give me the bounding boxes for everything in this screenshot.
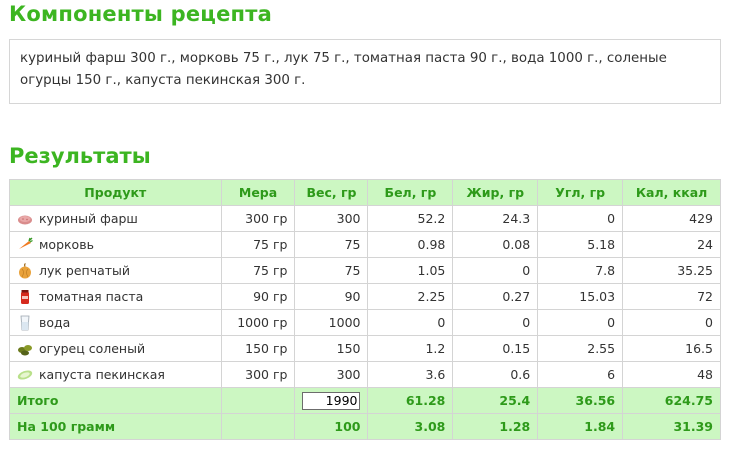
header-product: Продукт bbox=[9, 179, 222, 206]
product-name: томатная паста bbox=[39, 289, 144, 304]
header-kcal: Кал, ккал bbox=[622, 179, 721, 206]
measure-cell: 150 гр bbox=[220, 335, 296, 362]
recipe-components-text: куриный фарш 300 г., морковь 75 г., лук … bbox=[9, 39, 721, 104]
measure-cell: 1000 гр bbox=[220, 309, 296, 336]
onion-icon bbox=[19, 262, 31, 278]
per100-label: На 100 грамм bbox=[9, 413, 222, 440]
weight-cell: 150 bbox=[294, 335, 369, 362]
protein-cell: 3.6 bbox=[367, 361, 454, 388]
kcal-cell: 48 bbox=[622, 361, 721, 388]
fat-cell: 0.08 bbox=[452, 231, 539, 258]
minced-meat-icon bbox=[18, 215, 32, 224]
product-cell: куриный фарш bbox=[9, 205, 222, 232]
product-name: лук репчатый bbox=[39, 263, 131, 278]
weight-cell: 1000 bbox=[294, 309, 369, 336]
per100-weight: 100 bbox=[294, 413, 369, 440]
total-weight-input[interactable] bbox=[302, 391, 361, 410]
table-row: томатная паста 90 гр 90 2.25 0.27 15.03 … bbox=[9, 283, 721, 310]
kcal-cell: 72 bbox=[622, 283, 721, 310]
results-heading: Результаты bbox=[9, 144, 151, 168]
carbs-cell: 2.55 bbox=[537, 335, 624, 362]
product-name: огурец соленый bbox=[39, 341, 146, 356]
protein-cell: 52.2 bbox=[367, 205, 454, 232]
weight-cell: 300 bbox=[294, 205, 369, 232]
product-name: вода bbox=[39, 315, 71, 330]
protein-cell: 1.2 bbox=[367, 335, 454, 362]
header-carbs: Угл, гр bbox=[537, 179, 624, 206]
per100-protein: 3.08 bbox=[367, 413, 454, 440]
weight-cell: 75 bbox=[294, 231, 369, 258]
header-protein: Бел, гр bbox=[367, 179, 454, 206]
product-cell: лук репчатый bbox=[9, 257, 222, 284]
product-cell: вода bbox=[9, 309, 222, 336]
carbs-cell: 0 bbox=[537, 309, 624, 336]
measure-cell: 75 гр bbox=[220, 257, 296, 284]
total-kcal: 624.75 bbox=[622, 387, 721, 414]
protein-cell: 0 bbox=[367, 309, 454, 336]
product-cell: томатная паста bbox=[9, 283, 222, 310]
fat-cell: 0 bbox=[452, 257, 539, 284]
table-row: капуста пекинская 300 гр 300 3.6 0.6 6 4… bbox=[9, 361, 721, 388]
carrot-icon bbox=[19, 237, 33, 249]
kcal-cell: 429 bbox=[622, 205, 721, 232]
carbs-cell: 6 bbox=[537, 361, 624, 388]
total-measure-cell bbox=[220, 387, 296, 414]
components-heading: Компоненты рецепта bbox=[9, 2, 272, 26]
measure-cell: 75 гр bbox=[220, 231, 296, 258]
product-name: капуста пекинская bbox=[39, 367, 165, 382]
nutrition-table: Продукт Мера Вес, гр Бел, гр Жир, гр Угл… bbox=[9, 179, 721, 440]
header-weight: Вес, гр bbox=[294, 179, 369, 206]
protein-cell: 1.05 bbox=[367, 257, 454, 284]
fat-cell: 0 bbox=[452, 309, 539, 336]
chinese-cabbage-icon bbox=[17, 369, 33, 380]
product-cell: морковь bbox=[9, 231, 222, 258]
carbs-cell: 0 bbox=[537, 205, 624, 232]
table-row: морковь 75 гр 75 0.98 0.08 5.18 24 bbox=[9, 231, 721, 258]
per100-kcal: 31.39 bbox=[622, 413, 721, 440]
protein-cell: 0.98 bbox=[367, 231, 454, 258]
per100-fat: 1.28 bbox=[452, 413, 539, 440]
product-name: куриный фарш bbox=[39, 211, 138, 226]
protein-cell: 2.25 bbox=[367, 283, 454, 310]
fat-cell: 0.15 bbox=[452, 335, 539, 362]
kcal-cell: 35.25 bbox=[622, 257, 721, 284]
fat-cell: 0.27 bbox=[452, 283, 539, 310]
fat-cell: 24.3 bbox=[452, 205, 539, 232]
tomato-paste-icon bbox=[21, 289, 29, 304]
fat-cell: 0.6 bbox=[452, 361, 539, 388]
table-row: куриный фарш 300 гр 300 52.2 24.3 0 429 bbox=[9, 205, 721, 232]
table-header-row: Продукт Мера Вес, гр Бел, гр Жир, гр Угл… bbox=[9, 179, 721, 206]
kcal-cell: 24 bbox=[622, 231, 721, 258]
table-row: лук репчатый 75 гр 75 1.05 0 7.8 35.25 bbox=[9, 257, 721, 284]
table-row: огурец соленый 150 гр 150 1.2 0.15 2.55 … bbox=[9, 335, 721, 362]
total-carbs: 36.56 bbox=[537, 387, 624, 414]
kcal-cell: 0 bbox=[622, 309, 721, 336]
measure-cell: 300 гр bbox=[220, 361, 296, 388]
kcal-cell: 16.5 bbox=[622, 335, 721, 362]
product-cell: капуста пекинская bbox=[9, 361, 222, 388]
measure-cell: 300 гр bbox=[220, 205, 296, 232]
pickles-icon bbox=[18, 344, 32, 355]
per100-measure-cell bbox=[220, 413, 296, 440]
product-name: морковь bbox=[39, 237, 94, 252]
total-protein: 61.28 bbox=[367, 387, 454, 414]
total-fat: 25.4 bbox=[452, 387, 539, 414]
header-measure: Мера bbox=[220, 179, 296, 206]
water-glass-icon bbox=[20, 315, 30, 330]
total-row: Итого 61.28 25.4 36.56 624.75 bbox=[9, 387, 721, 414]
weight-cell: 90 bbox=[294, 283, 369, 310]
header-fat: Жир, гр bbox=[452, 179, 539, 206]
measure-cell: 90 гр bbox=[220, 283, 296, 310]
carbs-cell: 7.8 bbox=[537, 257, 624, 284]
weight-cell: 75 bbox=[294, 257, 369, 284]
product-cell: огурец соленый bbox=[9, 335, 222, 362]
total-weight-cell bbox=[294, 387, 369, 414]
table-row: вода 1000 гр 1000 0 0 0 0 bbox=[9, 309, 721, 336]
per100-carbs: 1.84 bbox=[537, 413, 624, 440]
weight-cell: 300 bbox=[294, 361, 369, 388]
per-100g-row: На 100 грамм 100 3.08 1.28 1.84 31.39 bbox=[9, 413, 721, 440]
carbs-cell: 5.18 bbox=[537, 231, 624, 258]
carbs-cell: 15.03 bbox=[537, 283, 624, 310]
total-label: Итого bbox=[9, 387, 222, 414]
